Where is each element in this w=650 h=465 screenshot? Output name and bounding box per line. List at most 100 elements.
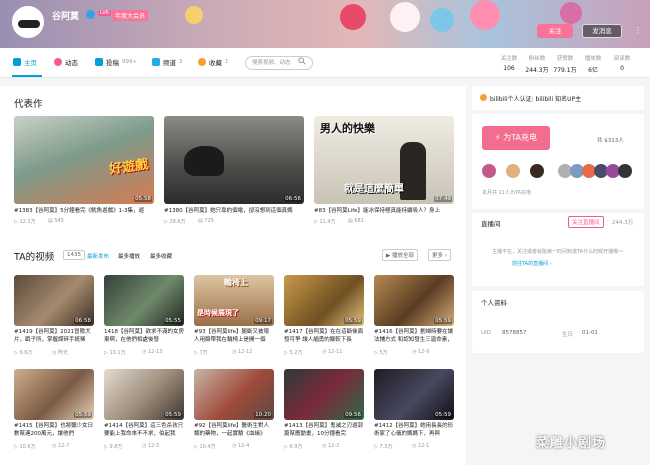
fan-avatar[interactable]: [530, 164, 544, 178]
banner-toy-decoration: [185, 6, 203, 24]
video-comment-count: ▤ 725: [198, 218, 214, 224]
video-title[interactable]: #92【谷阿莫life】醫術生對人類的藥物，一起實驗《血緣》: [194, 422, 274, 438]
video-comment-count: ▤ 545: [48, 218, 64, 224]
active-tab-indicator: [12, 75, 42, 77]
fan-avatar[interactable]: [506, 164, 520, 178]
video-duration: 05:59: [344, 318, 362, 324]
profile-card: 个人资料 UID 8578857 生日 01-01: [472, 291, 644, 353]
featured-video-title[interactable]: #83【谷阿莫Life】能冰保持極真能持續吸人？身上: [314, 207, 459, 215]
featured-video-title[interactable]: #1383【谷阿莫】5分鐘看完《魷魚遊戲》1-3集，遊: [14, 207, 154, 215]
tab-channels[interactable]: 频道 3: [152, 57, 183, 67]
tab-uploads[interactable]: 投稿 999+: [95, 57, 137, 67]
dynamic-icon: [54, 58, 62, 66]
video-title[interactable]: #1415【谷阿莫】也將聽少女日數幫連200萬元，讓他們: [14, 422, 94, 438]
video-thumbnail[interactable]: 05:59: [374, 369, 454, 420]
video-play-count: ▷ 11.4万: [314, 219, 336, 225]
video-thumbnail[interactable]: 輪椅上 是時候展現了 09:17: [194, 275, 274, 326]
video-date: ◷ 12-2: [322, 443, 340, 449]
uid-label: UID: [481, 330, 491, 336]
tab-home[interactable]: 主页: [13, 57, 37, 67]
video-title[interactable]: #1417【谷阿莫】在在這斷後面發可爭 讓人緬勇的腳較下長: [284, 328, 364, 344]
video-duration: 05:59: [164, 412, 182, 418]
banner-toy-decoration: [390, 2, 420, 32]
video-play-count: ▷ 10.4万: [194, 444, 216, 450]
live-room-link[interactable]: 前往TA的直播间 ›: [512, 260, 552, 267]
play-all-button[interactable]: ▶ 播放全部: [382, 249, 418, 261]
video-duration: 05:55: [164, 318, 182, 324]
uid-value: 8578857: [502, 330, 527, 336]
follow-button[interactable]: 关注: [537, 24, 573, 38]
verified-icon: [86, 10, 95, 19]
level-badge: LV6: [98, 10, 111, 16]
video-play-count: ▷ 6.9万: [284, 444, 303, 450]
fan-avatar[interactable]: [482, 164, 496, 178]
featured-heading: 代表作: [14, 99, 43, 110]
more-options-icon[interactable]: ⋮: [634, 26, 642, 35]
video-duration: 07:49: [434, 196, 452, 202]
watermark-text: 菜雕小剧场: [536, 436, 607, 451]
featured-video-thumbnail[interactable]: 好遊戲 05:58: [14, 116, 154, 204]
video-date: ◷ 12-12: [232, 349, 253, 355]
video-thumbnail[interactable]: 05:55: [104, 275, 184, 326]
sort-most-favorited[interactable]: 最多收藏: [150, 252, 172, 260]
tab-dynamic[interactable]: 动态: [54, 57, 78, 67]
video-thumbnail[interactable]: 09:56: [284, 369, 364, 420]
video-title[interactable]: #93【谷阿莫life】腿斷又被壞人用腳帶我在輪椅上是開一個: [194, 328, 274, 344]
video-title[interactable]: #1414【谷阿莫】這三色杀孩只要能上我命來不不求，伯起我: [104, 422, 184, 438]
video-title[interactable]: #1419【谷阿莫】2021冒險犬片，戳子所，掌握諜碎手統稀: [14, 328, 94, 344]
video-play-count: ▷ 6.6万: [14, 350, 33, 356]
video-duration: 05:59: [74, 412, 92, 418]
video-title[interactable]: #1416【谷阿莫】劃婦時要在讓法鋪方式 和認知發生三迦命素，: [374, 328, 454, 344]
featured-video-thumbnail[interactable]: 06:56: [164, 116, 304, 204]
video-play-count: ▷ 7.3万: [374, 444, 393, 450]
avatar[interactable]: [12, 6, 44, 38]
videos-heading: TA的视频: [14, 252, 55, 263]
video-title[interactable]: 1418【谷阿莫】欲求不滿的女房東啊，在他們相處後發: [104, 328, 184, 344]
message-button[interactable]: 发消息: [582, 24, 622, 38]
sidebar: bilibili个人认证: bilibili 知名UP主 ⚡ 为TA充电 共 $…: [472, 86, 644, 465]
fan-avatar[interactable]: [618, 164, 632, 178]
thumbnail-overlay-text: 輪椅上: [224, 278, 248, 287]
video-thumbnail[interactable]: 10:20: [194, 369, 274, 420]
video-thumbnail[interactable]: 05:59: [374, 275, 454, 326]
birthday-label: 生日: [562, 332, 574, 338]
verify-card: bilibili个人认证: bilibili 知名UP主: [472, 86, 644, 110]
video-thumbnail[interactable]: 05:59: [284, 275, 364, 326]
sort-newest[interactable]: 最新发布: [87, 252, 109, 260]
video-play-count: ▷ 7万: [194, 350, 208, 356]
banner-toy-decoration: [470, 0, 500, 30]
verify-text: bilibili个人认证: bilibili 知名UP主: [490, 96, 582, 103]
video-play-count: ▷ 10.6万: [14, 444, 36, 450]
live-fans-count: 244.3万: [612, 220, 634, 226]
video-date: ◷ 12-1: [412, 443, 430, 449]
video-thumbnail[interactable]: 05:59: [14, 369, 94, 420]
tab-favorites[interactable]: 收藏 1: [198, 57, 229, 67]
charge-button[interactable]: ⚡ 为TA充电: [482, 126, 550, 150]
featured-video-thumbnail[interactable]: 男人的快樂 就是這麼簡單 07:49: [314, 116, 454, 204]
video-title[interactable]: #1412【谷阿莫】她用長長的形術家了心儀的媽媽下，再與: [374, 422, 454, 438]
live-heading: 直播间: [481, 220, 501, 228]
video-thumbnail[interactable]: 06:58: [14, 275, 94, 326]
featured-video-title[interactable]: #1380【谷阿莫】她只靠約個電，卻沒想到這個真媽: [164, 207, 304, 215]
video-duration: 10:20: [254, 412, 272, 418]
video-thumbnail[interactable]: 05:59: [104, 369, 184, 420]
video-date: ◷ 12-13: [142, 349, 163, 355]
video-play-count: ▷ 12.3万: [14, 219, 36, 225]
search-icon[interactable]: [298, 57, 306, 65]
main-content: 代表作 好遊戲 05:58 #1383【谷阿莫】5分鐘看完《魷魚遊戲》1-3集，…: [0, 86, 466, 465]
sort-most-played[interactable]: 最多播放: [118, 252, 140, 260]
video-play-count: ▷ 28.6万: [164, 219, 186, 225]
verified-icon: [480, 94, 487, 101]
video-duration: 05:58: [134, 196, 152, 202]
username: 谷阿莫: [52, 12, 80, 22]
video-duration: 05:59: [434, 318, 452, 324]
charge-note: 本月共 11人为TA充电: [482, 190, 532, 196]
video-comment-count: ▤ 681: [348, 218, 364, 224]
more-videos-button[interactable]: 更多 ›: [428, 249, 451, 261]
video-duration: 09:17: [254, 318, 272, 324]
video-title[interactable]: #1413【谷阿莫】鬼滅之刃遊郭篇幫應動畫，10分鐘看完: [284, 422, 364, 438]
video-date: ◷ 12-11: [322, 349, 343, 355]
video-play-count: ▷ 10.1万: [104, 350, 126, 356]
follow-live-button[interactable]: 关注直播间: [568, 216, 604, 228]
thumbnail-overlay-text: 是時候展現了: [197, 309, 239, 317]
